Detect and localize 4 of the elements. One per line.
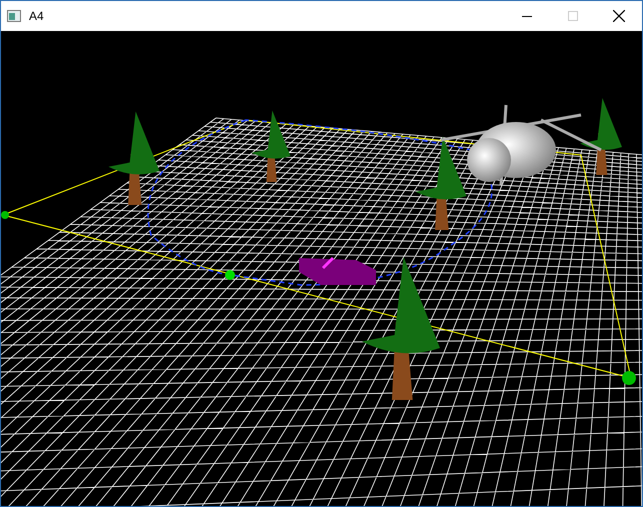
close-icon — [613, 10, 625, 22]
window-title: A4 — [29, 8, 44, 25]
app-icon — [7, 10, 21, 22]
maximize-icon — [568, 11, 578, 21]
